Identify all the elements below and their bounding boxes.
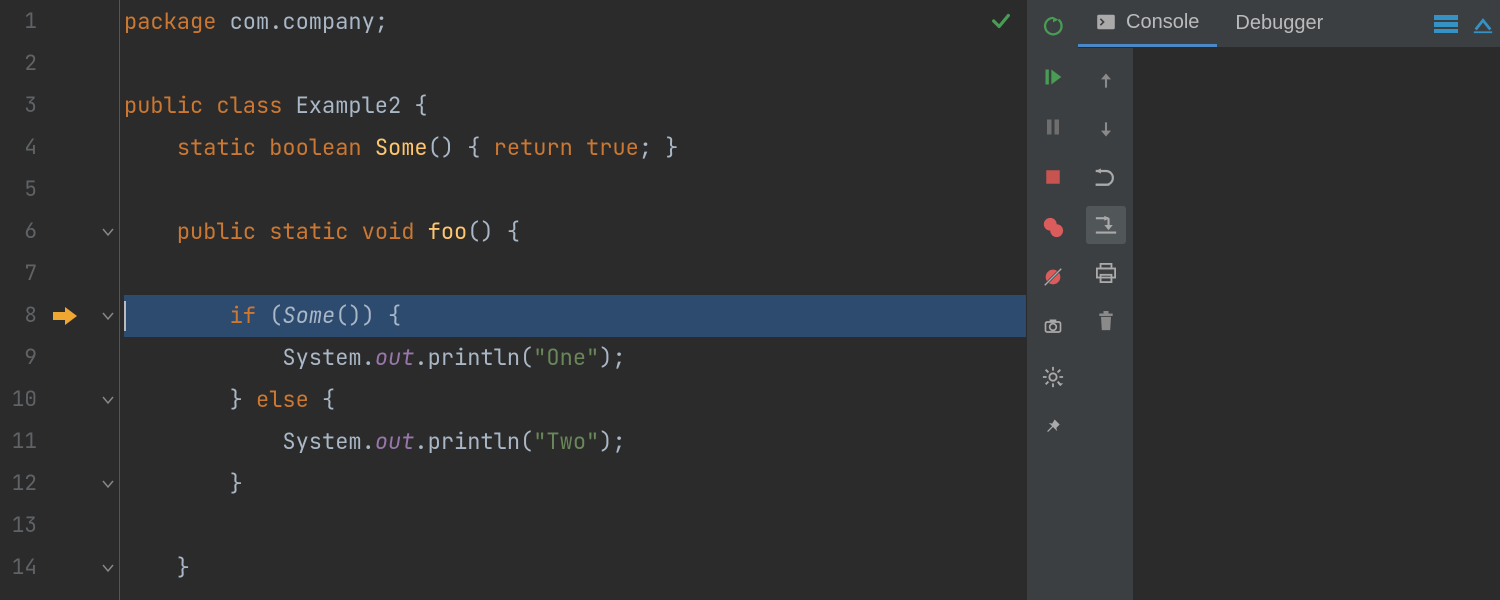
line-number: 8: [0, 295, 45, 337]
code-line[interactable]: public static void foo() {: [124, 211, 1026, 253]
code-line[interactable]: [124, 253, 1026, 295]
line-number: 7: [0, 253, 45, 295]
code-content[interactable]: package com.company; public class Example…: [120, 0, 1026, 600]
code-line[interactable]: [124, 169, 1026, 211]
line-number: 11: [0, 421, 45, 463]
code-line[interactable]: System.out.println("Two");: [124, 421, 1026, 463]
execution-point-icon: [50, 295, 80, 337]
line-number: 3: [0, 85, 45, 127]
gutter-line-numbers: 1234567891011121314: [0, 0, 45, 600]
print-button[interactable]: [1086, 254, 1126, 292]
fold-toggle-icon[interactable]: [101, 393, 115, 407]
line-number: 6: [0, 211, 45, 253]
fold-toggle-icon[interactable]: [101, 477, 115, 491]
tab-label: Debugger: [1235, 12, 1323, 35]
line-number: 9: [0, 337, 45, 379]
code-line[interactable]: if (Some()) {: [124, 295, 1026, 337]
tab-debugger[interactable]: Debugger: [1217, 0, 1341, 47]
step-into-button[interactable]: [1086, 110, 1126, 148]
text-caret: [124, 301, 126, 331]
code-line[interactable]: [124, 43, 1026, 85]
line-number: 13: [0, 505, 45, 547]
line-number: 1: [0, 1, 45, 43]
clear-button[interactable]: [1086, 302, 1126, 340]
pause-button[interactable]: [1035, 110, 1071, 144]
layout-icon[interactable]: [1434, 15, 1458, 33]
line-number: 14: [0, 547, 45, 589]
view-breakpoints-button[interactable]: [1035, 210, 1071, 244]
line-number: 12: [0, 463, 45, 505]
run-toolbar: [1026, 0, 1078, 600]
tab-console[interactable]: Console: [1078, 0, 1217, 47]
fold-toggle-icon[interactable]: [101, 561, 115, 575]
code-line[interactable]: public class Example2 {: [124, 85, 1026, 127]
expand-icon[interactable]: [1472, 14, 1494, 34]
line-number: 10: [0, 379, 45, 421]
code-line[interactable]: System.out.println("One");: [124, 337, 1026, 379]
rerun-button[interactable]: [1035, 10, 1071, 44]
step-out-button[interactable]: [1086, 206, 1126, 244]
force-step-into-button[interactable]: [1086, 158, 1126, 196]
gutter-fold: [85, 0, 120, 600]
settings-button[interactable]: [1035, 360, 1071, 394]
code-line[interactable]: } else {: [124, 379, 1026, 421]
mute-breakpoints-button[interactable]: [1035, 260, 1071, 294]
line-number: 5: [0, 169, 45, 211]
console-output[interactable]: [1134, 48, 1500, 600]
console-panel: Console Debugger: [1078, 0, 1500, 600]
console-icon: [1096, 14, 1116, 30]
line-number: 2: [0, 43, 45, 85]
code-line[interactable]: package com.company;: [124, 1, 1026, 43]
thread-dump-button[interactable]: [1035, 310, 1071, 344]
fold-toggle-icon[interactable]: [101, 309, 115, 323]
step-over-button[interactable]: [1086, 62, 1126, 100]
tab-label: Console: [1126, 11, 1199, 34]
code-line[interactable]: static boolean Some() { return true; }: [124, 127, 1026, 169]
gutter-run-markers: [45, 0, 85, 600]
line-number: 4: [0, 127, 45, 169]
code-line[interactable]: }: [124, 463, 1026, 505]
debugger-step-actions: [1078, 48, 1134, 600]
code-line[interactable]: }: [124, 547, 1026, 589]
resume-button[interactable]: [1035, 60, 1071, 94]
code-editor[interactable]: 1234567891011121314 package com.company;…: [0, 0, 1026, 600]
pin-button[interactable]: [1035, 410, 1071, 444]
fold-toggle-icon[interactable]: [101, 225, 115, 239]
inspection-status-icon[interactable]: [990, 10, 1012, 32]
code-line[interactable]: [124, 505, 1026, 547]
panel-tabs: Console Debugger: [1078, 0, 1500, 48]
stop-button[interactable]: [1035, 160, 1071, 194]
